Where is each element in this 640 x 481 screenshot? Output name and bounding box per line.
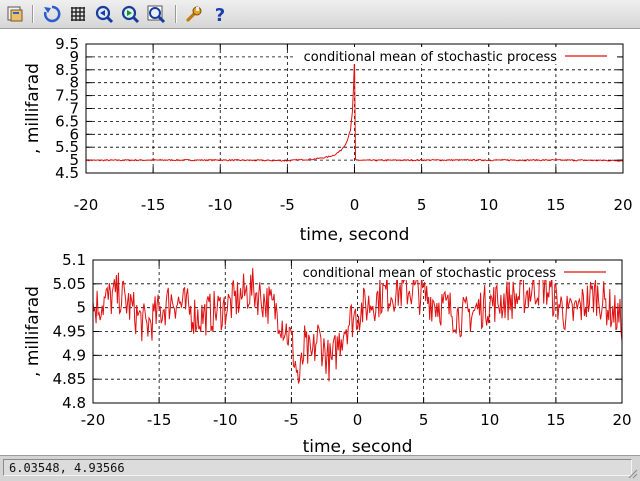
x-tick-label: -15 [147,411,172,429]
y-tick-label: 4.9 [62,346,86,364]
y-tick-label: 5.1 [62,251,86,269]
x-tick-label: -20 [81,411,106,429]
chart-1: -20 -15 -10 -5 0 5 10 15 204.555.566.577.588.599… [23,35,633,245]
unzoom-icon [147,5,166,24]
x-tick-label: -15 [141,196,166,214]
zoom-next-icon [121,5,140,24]
x-tick-label: 10 [479,196,498,214]
x-tick-label: -20 [74,196,99,214]
zoom-previous-icon [95,5,114,24]
x-tick-label: 20 [613,196,632,214]
x-tick-label: 20 [612,411,631,429]
x-tick-label: 0 [350,196,360,214]
options-wrench-icon [186,6,202,22]
x-tick-label: 15 [546,196,565,214]
x-tick-label: 5 [419,411,429,429]
zoom-previous-button[interactable] [94,4,114,24]
replot-icon [43,5,61,23]
x-tick-label: -10 [213,411,238,429]
unzoom-button[interactable] [146,4,166,24]
y-axis-label: , millifarad [23,286,43,377]
toolbar-separator [175,5,177,23]
options-button[interactable] [184,4,204,24]
svg-text:?: ? [215,5,225,24]
status-bar: 6.03548, 4.93566 [0,455,640,481]
copy-to-clipboard-icon [7,6,23,22]
zoom-next-button[interactable] [120,4,140,24]
plot-canvas[interactable]: -20 -15 -10 -5 0 5 10 15 20 4.5 5 5.5 6 6.5 7 7.5 8 8.5 9 9… [0,29,640,457]
y-axis-label: , millifarad [23,63,43,154]
chart-2: -20 -15 -10 -5 0 5 10 15 20 4.8 4.85 4.9 4.95 5 5.05 5.… [23,251,632,457]
plots-svg[interactable]: -20 -15 -10 -5 0 5 10 15 204.555.566.577.588.599… [0,29,640,457]
y-tick-label: 5.05 [53,275,86,293]
toolbar: ? [0,0,640,29]
legend-label: conditional mean of stochastic process [303,266,557,281]
legend-label: conditional mean of stochastic process [304,50,558,65]
copy-to-clipboard-button[interactable] [5,4,25,24]
x-tick-label: -5 [284,411,299,429]
y-tick-label: 4.85 [53,370,86,388]
x-axis-label: time, second [300,225,410,245]
resize-grip-icon[interactable] [626,467,638,479]
y-tick-label: 4.95 [53,323,86,341]
cursor-coordinates: 6.03548, 4.93566 [3,459,632,476]
x-tick-label: 15 [546,411,565,429]
x-tick-label: 0 [353,411,363,429]
x-tick-label: 10 [480,411,499,429]
x-axis-label: time, second [303,437,413,455]
x-tick-label: -5 [280,196,295,214]
y-tick-label: 9.5 [55,35,79,53]
help-icon: ? [215,5,225,24]
help-button[interactable]: ? [210,4,230,24]
grid-icon [71,7,85,21]
y-tick-label: 4.8 [62,394,86,412]
x-tick-label: 5 [417,196,427,214]
x-tick-label: -10 [208,196,233,214]
toolbar-separator [32,5,34,23]
replot-button[interactable] [42,4,62,24]
toggle-grid-button[interactable] [68,4,88,24]
y-tick-label: 5 [76,299,86,317]
